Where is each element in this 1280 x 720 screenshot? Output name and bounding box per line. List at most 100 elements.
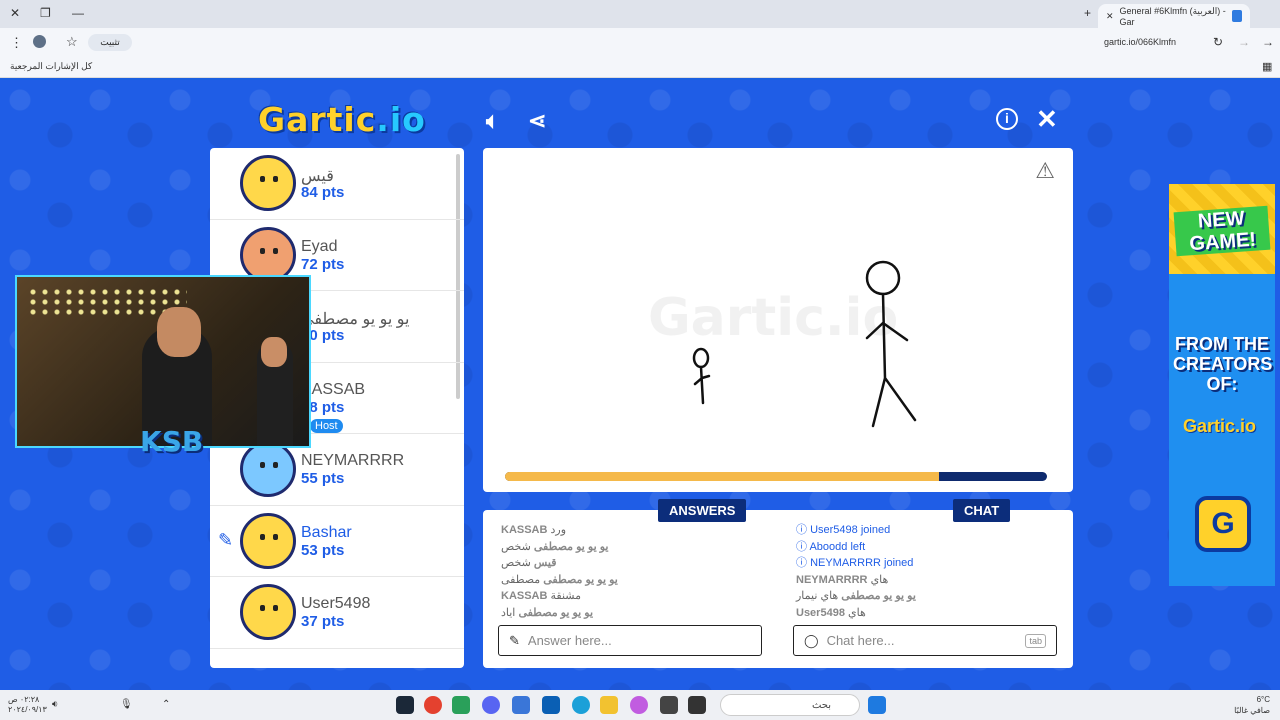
webcam-logo: KSB xyxy=(140,425,204,458)
answer-user: يو يو يو مصطفى xyxy=(518,606,594,619)
answer-user: KASSAB xyxy=(501,524,548,536)
clock-date: ٢٠٢٤/٠٩/١٣ xyxy=(8,705,47,714)
player-row-drawing: ✎ Bashar 53 pts xyxy=(210,506,464,577)
apps-grid-icon[interactable]: ▦ xyxy=(1262,60,1272,73)
close-tab-icon[interactable]: ✕ xyxy=(1106,11,1114,22)
bookmarks-bar: كل الإشارات المرجعية ▦ xyxy=(0,56,1280,78)
player-points: 72 pts xyxy=(301,255,345,273)
share-icon[interactable]: ⋖ xyxy=(528,108,546,134)
player-points: 84 pts xyxy=(301,184,345,201)
player-name: Eyad xyxy=(301,237,338,255)
drawing-strokes xyxy=(692,260,917,428)
all-bookmarks-label[interactable]: كل الإشارات المرجعية xyxy=(10,61,92,72)
mic-icon[interactable]: 🎙︎ xyxy=(120,699,133,710)
pencil-icon: ✎ xyxy=(509,632,520,648)
player-row: قيس 84 pts xyxy=(210,148,464,220)
avatar xyxy=(240,584,296,640)
logo-suffix: .io xyxy=(376,100,426,139)
tab-key-hint: tab xyxy=(1025,633,1046,648)
start-icon[interactable] xyxy=(868,696,886,714)
show-hidden-icons-icon[interactable]: ⌃ xyxy=(162,699,170,710)
back-icon[interactable]: → xyxy=(1262,35,1274,49)
new-tab-icon[interactable]: + xyxy=(1084,6,1091,20)
answer-item: KASSAB ورد xyxy=(501,522,751,539)
pencil-icon: ✎ xyxy=(218,529,234,550)
chat-placeholder: Chat here... xyxy=(826,633,895,648)
streamer-head xyxy=(157,307,201,357)
app-icon[interactable] xyxy=(452,696,470,714)
task-view-icon[interactable] xyxy=(688,696,706,714)
chat-text: هاي نيمار xyxy=(796,590,839,602)
steam-icon[interactable] xyxy=(396,696,414,714)
browser-tab[interactable]: ✕ General #6Klmfn (العربية) - Gar xyxy=(1098,4,1250,28)
chat-text: هاي xyxy=(870,573,889,586)
answer-text: شخص xyxy=(501,557,531,569)
answer-item: يو يو يو مصطفى مصطفى xyxy=(501,572,751,589)
chat-user: User5498 xyxy=(796,606,845,619)
menu-icon[interactable]: ⋮ xyxy=(10,35,23,51)
taskbar-search[interactable]: بحث xyxy=(720,694,860,716)
discord-icon[interactable] xyxy=(482,696,500,714)
answer-text: ورد xyxy=(550,524,567,536)
answer-user: يو يو يو مصطفى xyxy=(533,540,609,553)
avatar xyxy=(240,155,296,211)
answer-text: مشنقة xyxy=(550,590,582,602)
answer-user: يو يو يو مصطفى xyxy=(543,573,618,586)
round-timer-fill xyxy=(505,472,939,481)
info-icon[interactable]: i xyxy=(996,108,1018,130)
weather-temp: 6°C xyxy=(1256,695,1270,704)
chat-text: joined xyxy=(884,557,914,569)
answer-text: اياد xyxy=(501,606,516,619)
advertisement[interactable]: NEW GAME! FROM THE CREATORS OF: Gartic.i… xyxy=(1169,184,1275,586)
profile-icon[interactable] xyxy=(33,35,46,48)
chat-item: يو يو يو مصطفى هاي نيمار xyxy=(796,588,1046,605)
close-game-icon[interactable]: ✕ xyxy=(1036,104,1058,135)
store-icon[interactable] xyxy=(542,696,560,714)
answers-label: ANSWERS xyxy=(658,499,747,522)
reload-icon[interactable]: ↻ xyxy=(1213,35,1223,49)
search-label: بحث xyxy=(811,699,831,711)
chat-user: NEYMARRRR xyxy=(796,573,868,586)
drawing-canvas[interactable]: Gartic.io ⚠ xyxy=(483,148,1073,492)
maximize-window-icon[interactable]: ❐ xyxy=(40,6,51,20)
volume-icon[interactable]: 🔉︎ xyxy=(52,699,58,710)
file-explorer-icon[interactable] xyxy=(600,696,618,714)
edge-icon[interactable] xyxy=(572,696,590,714)
answer-text: شخص xyxy=(501,540,531,553)
answer-input[interactable]: ✎ Answer here... xyxy=(498,625,762,656)
player-name: يو يو يو مصطفى xyxy=(301,311,410,328)
url-text[interactable]: gartic.io/066Klmfn xyxy=(1104,37,1176,47)
install-button[interactable]: تثبيت xyxy=(88,34,132,51)
forward-icon[interactable]: → xyxy=(1238,35,1250,49)
copilot-icon[interactable] xyxy=(630,696,648,714)
chat-text: هاي xyxy=(848,606,866,619)
ad-brand: Gartic.io xyxy=(1183,416,1257,436)
player-name: قيس xyxy=(301,168,334,185)
chat-user: يو يو يو مصطفى xyxy=(841,590,916,602)
chat-input[interactable]: ◯ Chat here... tab xyxy=(793,625,1057,656)
tab-favicon-icon xyxy=(1231,10,1242,22)
chrome-icon[interactable] xyxy=(424,696,442,714)
chat-user: NEYMARRRR xyxy=(810,557,881,569)
minimize-window-icon[interactable]: — xyxy=(72,6,84,20)
taskbar: ٠٢:٢٨ ص ٢٠٢٤/٠٩/١٣ 🔉︎ 🎙︎ ⌃ بحث 6°C صافي … xyxy=(0,690,1280,720)
player-points: 55 pts xyxy=(301,470,345,487)
close-window-icon[interactable]: ✕ xyxy=(10,6,20,20)
player-name: NEYMARRRR xyxy=(301,452,405,469)
answer-user: KASSAB xyxy=(501,590,548,602)
weather-widget[interactable]: 6°C صافي غالبًا xyxy=(1234,694,1270,716)
bookmark-star-icon[interactable]: ☆ xyxy=(66,34,78,50)
chat-user: User5498 xyxy=(810,524,858,536)
app-icon[interactable] xyxy=(660,696,678,714)
app-icon[interactable] xyxy=(512,696,530,714)
gartic-logo: Gartic.io xyxy=(258,100,426,139)
host-badge: Host xyxy=(310,418,343,433)
clock[interactable]: ٠٢:٢٨ ص ٢٠٢٤/٠٩/١٣ xyxy=(8,695,47,715)
player-points: 53 pts xyxy=(301,541,345,559)
chat-item: ⓘ User5498 joined xyxy=(796,524,891,536)
player-name: Bashar xyxy=(301,523,352,541)
chat-text: left xyxy=(850,540,866,553)
chat-item: ⓘ NEYMARRRR joined xyxy=(796,557,914,569)
sound-icon[interactable]: 🔈︎ xyxy=(486,108,499,134)
player-row: User5498 37 pts xyxy=(210,577,464,649)
